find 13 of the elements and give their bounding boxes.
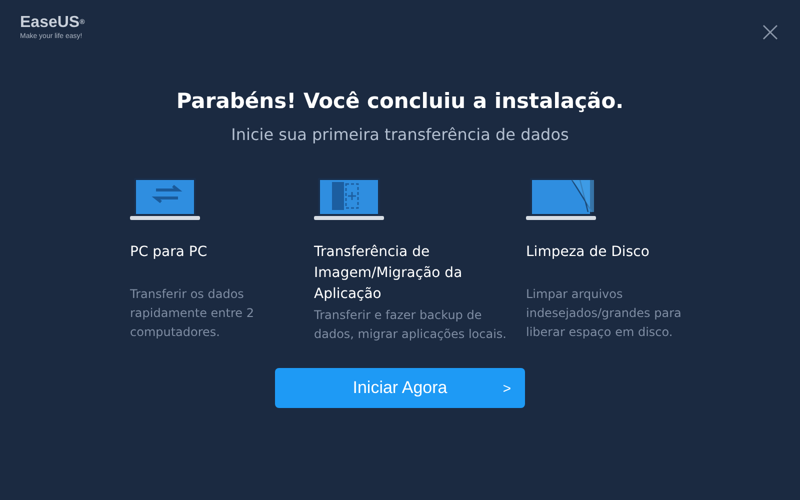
heading: Parabéns! Você concluiu a instalação. [175,88,625,115]
start-button[interactable]: Iniciar Agora > [275,368,525,408]
feature-description: Transferir e fazer backup de dados, migrar aplicações locais. [314,307,508,343]
close-button[interactable]: × [758,18,782,46]
laptop-icon [314,178,384,222]
laptop-icon [130,178,200,222]
subheading: Inicie sua primeira transferência de dados [230,124,570,146]
feature-title: Limpeza de Disco [526,243,650,262]
laptop-icon [526,178,596,222]
feature-title: PC para PC [130,243,208,262]
feature-title: Transferência de Imagem/Migração da Aplicação [314,243,464,304]
feature-description: Limpar arquivos indesejados/grandes para liberar espaço em disco. [526,286,682,341]
feature-description: Transferir os dados rapidamente entre 2 computadores. [130,286,255,341]
